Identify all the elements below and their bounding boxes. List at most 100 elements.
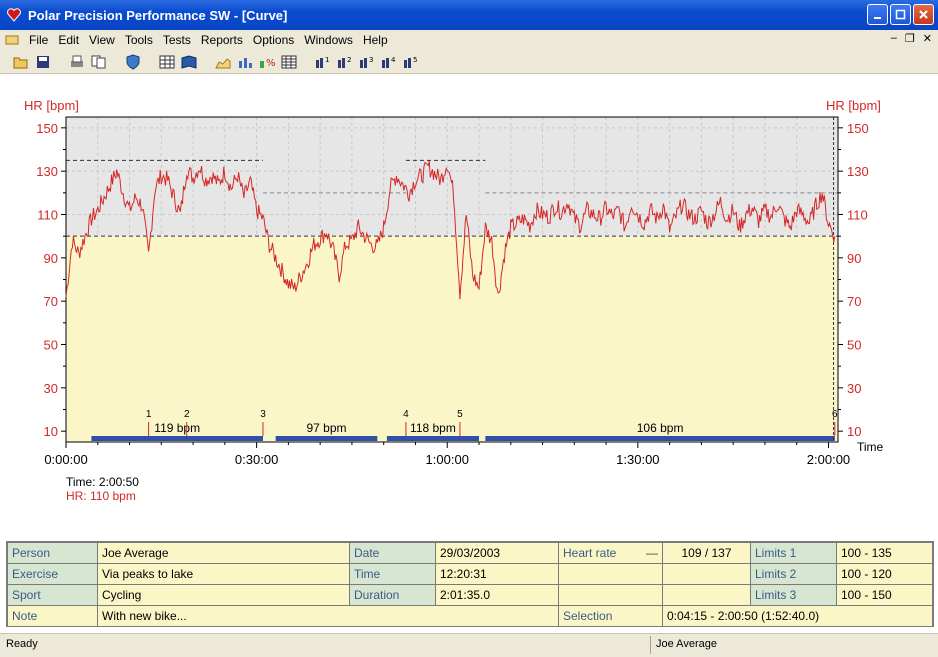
mdi-minimize-icon[interactable]: –	[891, 32, 897, 45]
svg-text:3: 3	[369, 56, 373, 64]
menu-bar: File Edit View Tools Tests Reports Optio…	[0, 30, 938, 50]
hr-readout: HR: 110 bpm	[66, 489, 136, 503]
zone-label: 118 bpm	[410, 421, 456, 435]
zone-label: 97 bpm	[306, 421, 346, 435]
save-icon[interactable]	[34, 53, 52, 71]
compare-4-icon[interactable]: 4	[380, 53, 398, 71]
time-label: Time	[349, 563, 436, 585]
toolbar: % 1 2 3 4 5	[0, 50, 938, 74]
heartrate-label: Heart rate —	[558, 542, 663, 564]
lap-number: 6	[832, 409, 838, 420]
menu-edit[interactable]: Edit	[53, 33, 84, 47]
mdi-close-icon[interactable]: ✕	[923, 32, 932, 45]
copy-icon[interactable]	[90, 53, 108, 71]
svg-text:5: 5	[413, 56, 417, 64]
sport-label: Sport	[7, 584, 98, 606]
hr-curve-svg[interactable]: 150 150 130 130 110 110 90 90 70 70 50 50 30 30 10 10 HR…	[0, 75, 938, 540]
lap-number: 3	[260, 409, 266, 420]
svg-text:4: 4	[391, 56, 396, 64]
person-value: Joe Average	[97, 542, 350, 564]
y-tick-label-left: 10	[44, 424, 58, 439]
menu-options[interactable]: Options	[248, 33, 299, 47]
note-value: With new bike...	[97, 605, 559, 627]
y-tick-label-left: 150	[36, 121, 58, 136]
y-tick-label-right: 50	[847, 338, 861, 353]
polar-heart-icon	[7, 8, 21, 22]
status-user: Joe Average	[656, 638, 717, 650]
hr-curve-chart[interactable]: 150 150 130 130 110 110 90 90 70 70 50 50 30 30 10 10 HR…	[0, 75, 938, 540]
lap-number: 2	[184, 409, 190, 420]
svg-text:%: %	[266, 58, 275, 69]
close-icon	[919, 10, 928, 19]
empty-cell	[662, 584, 751, 606]
percent-chart-icon[interactable]: %	[258, 53, 276, 71]
y-tick-label-right: 150	[847, 121, 869, 136]
mdi-restore-icon[interactable]: ❐	[905, 32, 915, 45]
window-title: Polar Precision Performance SW - [Curve]	[28, 7, 288, 23]
close-button[interactable]	[913, 4, 934, 25]
exercise-value: Via peaks to lake	[97, 563, 350, 585]
date-label: Date	[349, 542, 436, 564]
duration-value: 2:01:35.0	[435, 584, 559, 606]
empty-cell	[558, 584, 663, 606]
doc-icon	[0, 33, 24, 48]
upper-zone-bg	[66, 117, 838, 237]
lower-zone-bg	[66, 236, 838, 442]
empty-cell	[662, 563, 751, 585]
y-tick-label-left: 130	[36, 164, 58, 179]
book-icon[interactable]	[180, 53, 198, 71]
y-tick-label-left: 90	[44, 251, 58, 266]
shield-icon[interactable]	[124, 53, 142, 71]
menu-view[interactable]: View	[84, 33, 120, 47]
exercise-label: Exercise	[7, 563, 98, 585]
table-icon[interactable]	[158, 53, 176, 71]
limits1-value: 100 - 135	[836, 542, 933, 564]
y-tick-label-right: 110	[847, 208, 868, 223]
x-tick-label: 0:00:00	[44, 452, 87, 467]
limits3-label: Limits 3	[750, 584, 837, 606]
compare-1-icon[interactable]: 1	[314, 53, 332, 71]
selection-value: 0:04:15 - 2:00:50 (1:52:40.0)	[662, 605, 933, 627]
menu-reports[interactable]: Reports	[196, 33, 248, 47]
date-value: 29/03/2003	[435, 542, 559, 564]
x-axis-label: Time	[857, 440, 884, 454]
area-chart-icon[interactable]	[214, 53, 232, 71]
zone-bar	[91, 436, 263, 441]
grid-icon[interactable]	[280, 53, 298, 71]
x-tick-label: 1:30:00	[616, 452, 659, 467]
lap-number: 1	[146, 409, 152, 420]
y-axis-label-right: HR [bpm]	[826, 98, 881, 113]
y-tick-label-right: 130	[847, 164, 869, 179]
menu-help[interactable]: Help	[358, 33, 393, 47]
menu-windows[interactable]: Windows	[299, 33, 358, 47]
maximize-button[interactable]	[890, 4, 911, 25]
menu-tests[interactable]: Tests	[158, 33, 196, 47]
x-tick-label: 0:30:00	[235, 452, 278, 467]
status-text: Ready	[6, 638, 38, 650]
title-bar: Polar Precision Performance SW - [Curve]	[0, 0, 938, 30]
limits2-value: 100 - 120	[836, 563, 933, 585]
note-label: Note	[7, 605, 98, 627]
zone-bar	[275, 436, 378, 441]
time-readout: Time: 2:00:50	[66, 475, 139, 489]
open-icon[interactable]	[12, 53, 30, 71]
menu-tools[interactable]: Tools	[120, 33, 158, 47]
sport-value: Cycling	[97, 584, 350, 606]
y-tick-label-right: 90	[847, 251, 861, 266]
duration-label: Duration	[349, 584, 436, 606]
compare-3-icon[interactable]: 3	[358, 53, 376, 71]
lap-number: 4	[403, 409, 409, 420]
print-icon[interactable]	[68, 53, 86, 71]
svg-text:2: 2	[347, 56, 351, 64]
bar-chart-icon[interactable]	[236, 53, 254, 71]
zone-label: 119 bpm	[154, 421, 200, 435]
compare-5-icon[interactable]: 5	[402, 53, 420, 71]
selection-label: Selection	[558, 605, 663, 627]
y-tick-label-left: 50	[44, 338, 58, 353]
compare-2-icon[interactable]: 2	[336, 53, 354, 71]
y-tick-label-right: 30	[847, 381, 861, 396]
exercise-info-panel: Person Joe Average Date 29/03/2003 Heart…	[6, 541, 934, 627]
minimize-button[interactable]	[867, 4, 888, 25]
menu-file[interactable]: File	[24, 33, 53, 47]
zone-bar	[485, 436, 835, 441]
